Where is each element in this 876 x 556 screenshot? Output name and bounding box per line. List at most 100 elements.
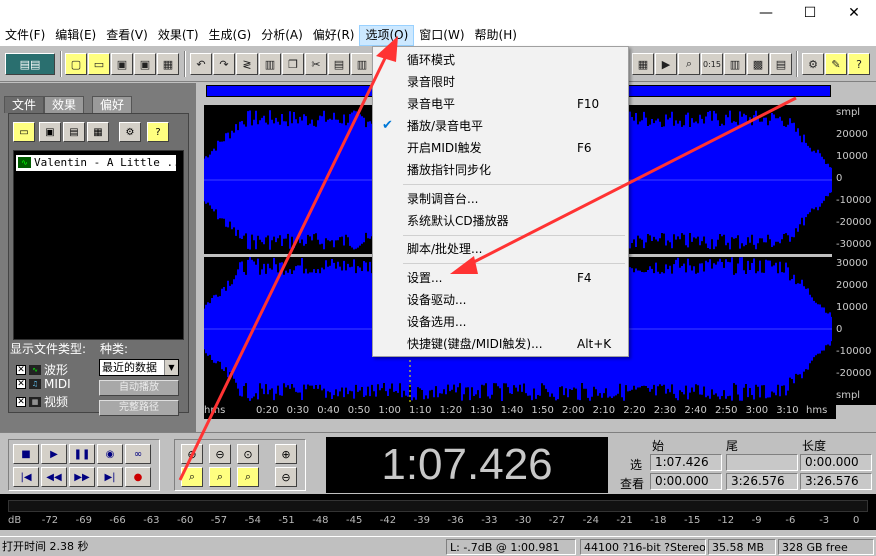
zoom-out-button[interactable]: ⊖ <box>209 444 231 464</box>
go-to-end-button[interactable]: ▶| <box>97 467 123 487</box>
paste-new-button[interactable]: ▥ <box>351 53 373 75</box>
menu-item-midi-trigger[interactable]: 开启MIDI触发 F6 <box>373 137 628 159</box>
sample-view-button[interactable]: ▥ <box>724 53 746 75</box>
time-ruler[interactable]: hms 0:20 0:30 0:40 0:50 1:00 1:10 1:20 1:30 1:40 1… <box>204 405 836 419</box>
tab-favorites[interactable]: 偏好 <box>92 96 133 113</box>
open-file-panel-button[interactable]: ▭ <box>13 122 35 142</box>
selection-length-field[interactable]: 0:00.000 <box>800 454 872 471</box>
menu-analyze[interactable]: 分析(A) <box>256 25 308 46</box>
copy-button[interactable]: ❐ <box>282 53 304 75</box>
checkbox-icon[interactable]: ✕ <box>16 364 26 375</box>
save-all-button[interactable]: ▦ <box>157 53 179 75</box>
new-file-button[interactable]: ▢ <box>65 53 87 75</box>
play-cursor-button[interactable]: ▶ <box>655 53 677 75</box>
zoom-left-button[interactable]: ⌕ <box>181 467 203 487</box>
pause-button[interactable]: ❚❚ <box>69 444 95 464</box>
kind-select[interactable]: 最近的数据 ▼ <box>99 359 179 376</box>
stop-button[interactable]: ■ <box>13 444 39 464</box>
menu-item-record-time-limit[interactable]: 录音限时 <box>373 71 628 93</box>
zoom-full-button[interactable]: ⊙ <box>237 444 259 464</box>
save-as-button[interactable]: ▣ <box>134 53 156 75</box>
filetype-wave[interactable]: ✕ ∿ 波形 <box>16 361 68 378</box>
menu-help[interactable]: 帮助(H) <box>470 25 522 46</box>
filetype-video[interactable]: ✕ ▦ 视频 <box>16 393 68 410</box>
fullpath-button[interactable]: 完整路径 <box>99 400 179 416</box>
zoom-selection-button[interactable]: ⌕ <box>209 467 231 487</box>
record-button[interactable]: ● <box>125 467 151 487</box>
menu-window[interactable]: 窗口(W) <box>414 25 469 46</box>
file-list[interactable]: ∿ Valentin - A Little ... <box>13 150 184 340</box>
zoom-in-button[interactable]: ⊕ <box>181 444 203 464</box>
maximize-button[interactable]: ☐ <box>788 0 832 25</box>
panel-settings-button[interactable]: ⚙ <box>119 122 141 142</box>
file-list-item[interactable]: ∿ Valentin - A Little ... <box>16 155 176 171</box>
menu-effects[interactable]: 效果(T) <box>153 25 204 46</box>
copy-new-button[interactable]: ▥ <box>259 53 281 75</box>
close-file-button[interactable]: ▤ <box>63 122 85 142</box>
settings-button[interactable]: ⚙ <box>802 53 824 75</box>
menu-generate[interactable]: 生成(G) <box>204 25 257 46</box>
menu-item-settings[interactable]: 设置... F4 <box>373 267 628 289</box>
status-bar: 打开时间 2.38 秒 L: -.7dB @ 1:00.981 44100 ?1… <box>0 536 876 556</box>
play-button[interactable]: ▶ <box>41 444 67 464</box>
menu-item-recording-mixer[interactable]: 录制调音台... <box>373 188 628 210</box>
zoom-vertical-out-button[interactable]: ⊖ <box>275 467 297 487</box>
time-format-button[interactable]: 0:15 <box>701 53 723 75</box>
waveform-view-button[interactable]: ▤ <box>770 53 792 75</box>
zoom-right-button[interactable]: ⌕ <box>237 467 259 487</box>
menu-favorites[interactable]: 偏好(R) <box>308 25 360 46</box>
menu-item-play-record-level[interactable]: ✔ 播放/录音电平 <box>373 115 628 137</box>
paste-button[interactable]: ▤ <box>328 53 350 75</box>
open-file-button[interactable]: ▭ <box>88 53 110 75</box>
tab-effects[interactable]: 效果 <box>44 96 85 113</box>
zoom-vertical-out-icon: ⊖ <box>281 470 291 484</box>
menu-item-device-order[interactable]: 设备选用... <box>373 311 628 333</box>
menu-view[interactable]: 查看(V) <box>101 25 153 46</box>
loop-button[interactable]: ∞ <box>125 444 151 464</box>
spectral-view-button[interactable]: ▩ <box>747 53 769 75</box>
close-button[interactable]: ✕ <box>832 0 876 25</box>
zoom-tool-button[interactable]: ⌕ <box>678 53 700 75</box>
panel-help-button[interactable]: ? <box>147 122 169 142</box>
autoplay-button[interactable]: 自动播放 <box>99 380 179 396</box>
minimize-button[interactable]: — <box>744 0 788 25</box>
selection-end-field[interactable] <box>726 454 798 471</box>
menu-item-shortcuts[interactable]: 快捷键(键盘/MIDI触发)... Alt+K <box>373 333 628 355</box>
menu-edit[interactable]: 编辑(E) <box>50 25 101 46</box>
save-button[interactable]: ▣ <box>111 53 133 75</box>
checkbox-icon[interactable]: ✕ <box>16 379 26 389</box>
close-all-button[interactable]: ▦ <box>87 122 109 142</box>
record-icon: ● <box>133 471 143 483</box>
go-to-start-button[interactable]: |◀ <box>13 467 39 487</box>
fast-forward-button[interactable]: ▶▶ <box>69 467 95 487</box>
tab-files[interactable]: 文件 <box>4 96 45 113</box>
repeat-button[interactable]: ≷ <box>236 53 258 75</box>
selection-begin-field[interactable]: 1:07.426 <box>650 454 722 471</box>
menu-item-device-properties[interactable]: 设备驱动... <box>373 289 628 311</box>
import-button[interactable]: ▣ <box>39 122 61 142</box>
undo-button[interactable]: ↶ <box>190 53 212 75</box>
view-begin-field[interactable]: 0:00.000 <box>650 473 722 490</box>
menu-item-scripts-batch[interactable]: 脚本/批处理... <box>373 238 628 260</box>
multitrack-toggle-button[interactable]: ▤▤ <box>5 53 55 75</box>
toolbar-button-a[interactable]: ▦ <box>632 53 654 75</box>
rewind-button[interactable]: ◀◀ <box>41 467 67 487</box>
view-end-field[interactable]: 3:26.576 <box>726 473 798 490</box>
cut-button[interactable]: ✂ <box>305 53 327 75</box>
meter-tick: -36 <box>447 515 464 526</box>
menu-options[interactable]: 选项(O) <box>359 25 415 46</box>
play-to-end-button[interactable]: ◉ <box>97 444 123 464</box>
menu-item-default-cd-player[interactable]: 系统默认CD播放器 <box>373 210 628 232</box>
script-button[interactable]: ✎ <box>825 53 847 75</box>
menu-item-loop-mode[interactable]: 循环模式 <box>373 49 628 71</box>
menu-item-record-level[interactable]: 录音电平 F10 <box>373 93 628 115</box>
menu-file[interactable]: 文件(F) <box>0 25 50 46</box>
meter-tick: -39 <box>413 515 430 526</box>
menu-item-sync-cursor[interactable]: 播放指针同步化 <box>373 159 628 181</box>
filetype-midi[interactable]: ✕ ♫ MIDI <box>16 377 71 391</box>
checkbox-icon[interactable]: ✕ <box>16 396 26 407</box>
help-button[interactable]: ? <box>848 53 870 75</box>
zoom-vertical-in-button[interactable]: ⊕ <box>275 444 297 464</box>
view-length-field[interactable]: 3:26.576 <box>800 473 872 490</box>
redo-button[interactable]: ↷ <box>213 53 235 75</box>
